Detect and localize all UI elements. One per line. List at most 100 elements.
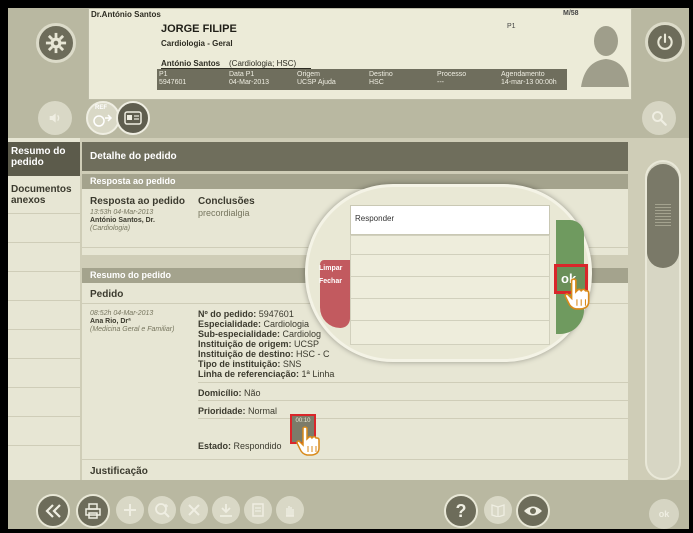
search-icon (652, 111, 667, 126)
patient-name: JORGE FILIPE (161, 23, 237, 35)
plus-icon (124, 504, 136, 516)
delete-button[interactable] (180, 496, 208, 524)
zoom-in-button[interactable] (148, 496, 176, 524)
table-cell: 5947601 (159, 79, 187, 86)
divider (8, 271, 80, 272)
scroll-grip (655, 204, 671, 226)
divider (8, 300, 80, 301)
divider (198, 418, 628, 419)
ref-label: REF (95, 105, 107, 111)
field-estado: Estado: Respondido (198, 441, 282, 451)
table-header: Processo (437, 71, 467, 78)
divider (350, 298, 550, 299)
hand-icon (286, 506, 294, 517)
eye-icon (524, 506, 542, 516)
clear-button-label[interactable]: Limpar (319, 265, 342, 272)
divider (8, 242, 80, 243)
field-numero-pedido: Nº do pedido: 5947601 (198, 309, 294, 319)
response-textarea[interactable] (350, 235, 550, 345)
gender-age-tag: M/58 (563, 10, 579, 17)
conclusoes-value: precordialgia (198, 208, 250, 218)
field-instituicao-destino: Instituição de destino: HSC - C (198, 349, 330, 359)
toolbar-ok-label: ok (658, 509, 670, 519)
audio-button[interactable] (38, 101, 72, 135)
response-input[interactable]: Responder (350, 205, 550, 235)
field-prioridade: Prioridade: Normal (198, 406, 278, 416)
referral-author-detail: (Cardiologia; HSC) (229, 59, 297, 68)
double-chevron-left-icon (45, 504, 61, 518)
help-button[interactable]: ? (444, 494, 478, 528)
pedido-dept: (Medicina Geral e Familiar) (90, 326, 175, 333)
sidebar-item-label: Documentos anexos (11, 184, 72, 206)
hand-pointer-icon (564, 278, 590, 310)
divider (350, 320, 550, 321)
sidebar-item-resumo[interactable]: Resumo do pedido (8, 142, 80, 176)
document-button[interactable] (244, 496, 272, 524)
logged-doctor: Dr.António Santos (91, 10, 161, 19)
field-linha-referenciacao: Linha de referenciação: 1ª Linha (198, 369, 335, 379)
field-especialidade: Especialidade: Cardiologia (198, 319, 310, 329)
sidebar: Resumo do pedido Documentos anexos (8, 138, 80, 529)
book-button[interactable] (484, 496, 512, 524)
field-instituicao-origem: Instituição de origem: UCSP (198, 339, 320, 349)
priority-tag: P1 (507, 23, 516, 30)
divider (350, 254, 550, 255)
download-button[interactable] (212, 496, 240, 524)
app-window: REF Dr.António Santos JORGE FILIPE Cardi… (8, 8, 689, 529)
sidebar-item-label: Resumo do pedido (11, 146, 66, 168)
table-cell: HSC (369, 79, 384, 86)
gear-icon (45, 32, 67, 54)
close-icon (188, 504, 200, 516)
hand-button[interactable] (276, 496, 304, 524)
section-header-resposta: Resposta ao pedido (82, 174, 628, 189)
table-header: Origem (297, 71, 320, 78)
divider (8, 445, 80, 446)
referral-summary-table: P1 5947601 Data P1 04-Mar-2013 Origem UCSP … (157, 69, 567, 90)
add-button[interactable] (116, 496, 144, 524)
sidebar-item-documentos[interactable]: Documentos anexos (8, 180, 80, 210)
divider (82, 459, 628, 460)
field-tipo-instituicao: Tipo de instituição: SNS (198, 359, 302, 369)
patient-photo-placeholder (581, 26, 629, 87)
divider (350, 276, 550, 277)
zoom-in-icon (155, 503, 170, 518)
view-button[interactable] (516, 494, 550, 528)
field-domicilio: Domicílio: Não (198, 388, 261, 398)
referral-icon (93, 114, 113, 127)
response-input-value: Responder (355, 214, 395, 223)
referral-author: António Santos (161, 59, 221, 68)
patient-specialty: Cardiologia - Geral (161, 39, 233, 48)
divider (8, 329, 80, 330)
hand-pointer-icon (296, 426, 320, 456)
search-button[interactable] (642, 101, 676, 135)
resposta-title: Resposta ao pedido (90, 196, 186, 207)
speaker-icon (49, 113, 60, 123)
close-button-label[interactable]: Fechar (319, 278, 342, 285)
toolbar-ok-button[interactable]: ok (649, 499, 679, 529)
divider (198, 400, 628, 401)
print-button[interactable] (76, 494, 110, 528)
page-title: Detalhe do pedido (82, 142, 628, 171)
settings-button[interactable] (36, 23, 76, 63)
book-icon (491, 504, 505, 517)
ref-button[interactable]: REF (86, 101, 120, 135)
table-header: Data P1 (229, 71, 255, 78)
table-header: Destino (369, 71, 393, 78)
justificacao-title: Justificação (90, 466, 148, 477)
back-button[interactable] (36, 494, 70, 528)
patient-card: Dr.António Santos JORGE FILIPE Cardiolog… (88, 8, 632, 100)
divider (8, 416, 80, 417)
bottom-toolbar (8, 480, 689, 529)
table-cell: 04-Mar-2013 (229, 79, 270, 86)
download-icon (220, 504, 232, 517)
divider (8, 358, 80, 359)
power-button[interactable] (645, 22, 685, 62)
question-icon: ? (455, 500, 467, 521)
timer-label: 00:10 (295, 418, 311, 424)
table-cell: 14-mar-13 00:00h (501, 79, 557, 86)
resposta-dept: (Cardiologia) (90, 225, 131, 232)
id-card-button[interactable] (116, 101, 150, 135)
conclusoes-label: Conclusões (198, 196, 255, 207)
power-icon (657, 33, 673, 50)
field-sub-especialidade: Sub-especialidade: Cardiolog (198, 329, 322, 339)
